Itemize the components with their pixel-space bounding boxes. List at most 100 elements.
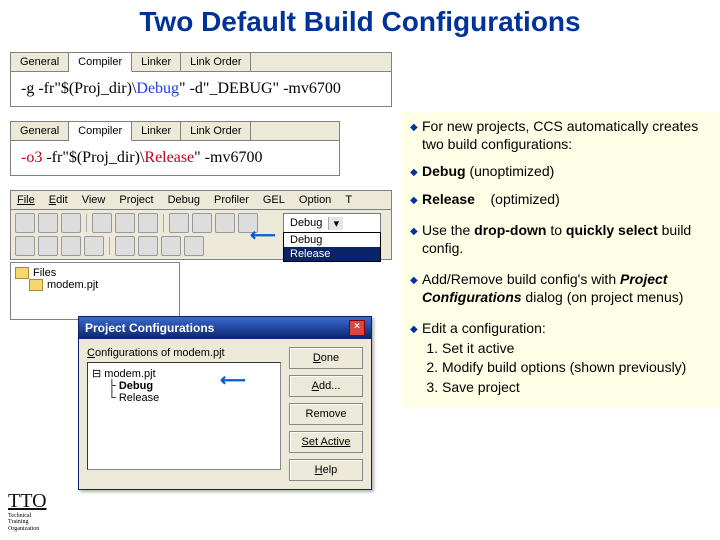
txt: -g -fr"$(Proj_dir)\: [21, 80, 136, 97]
label: Files: [33, 267, 56, 279]
list-item: Modify build options (shown previously): [442, 359, 716, 377]
txt: modem.pjt: [173, 347, 224, 359]
toolbar: Debug ▾ Debug Release: [10, 210, 392, 260]
done-button[interactable]: Done: [289, 347, 363, 369]
tree-root[interactable]: Files: [15, 267, 175, 279]
tb-btn[interactable]: [15, 213, 35, 233]
menu-profiler[interactable]: Profiler: [214, 194, 249, 206]
dropdown-option[interactable]: Debug: [284, 233, 380, 247]
project-configurations-dialog: Project Configurations × Configurations …: [78, 316, 372, 490]
tab-linker[interactable]: Linker: [132, 122, 181, 140]
remove-button[interactable]: Remove: [289, 403, 363, 425]
dropdown-value: Debug: [284, 217, 328, 229]
txt: (optimized): [475, 191, 560, 207]
numbered-list: Set it active Modify build options (show…: [442, 340, 716, 397]
dropdown-list: Debug Release: [283, 232, 381, 262]
tb-btn[interactable]: [15, 236, 35, 256]
tb-btn[interactable]: [38, 236, 58, 256]
txt: Add/Remove build config's with: [422, 271, 620, 287]
tab-compiler[interactable]: Compiler: [69, 53, 132, 72]
tb-btn[interactable]: [115, 236, 135, 256]
compiler-options-release: -o3 -fr"$(Proj_dir)\Release" -mv6700: [10, 140, 340, 176]
txt: (unoptimized): [466, 163, 555, 179]
bullet: ◆Release (optimized): [422, 191, 716, 209]
tab-compiler[interactable]: Compiler: [69, 122, 132, 141]
tab-general[interactable]: General: [11, 122, 69, 140]
menu-view[interactable]: View: [82, 194, 106, 206]
kw-release: Release: [144, 149, 194, 166]
tab-general[interactable]: General: [11, 53, 69, 71]
help-button[interactable]: Help: [289, 459, 363, 481]
tab-linkorder[interactable]: Link Order: [181, 53, 251, 71]
config-dropdown[interactable]: Debug ▾ Debug Release: [283, 213, 381, 233]
label: modem.pjt: [47, 279, 98, 291]
tb-btn[interactable]: [184, 236, 204, 256]
bullet: ◆Debug (unoptimized): [422, 163, 716, 181]
arrow-icon: ⟵: [250, 225, 276, 246]
tb-btn[interactable]: [92, 213, 112, 233]
tb-btn[interactable]: [115, 213, 135, 233]
txt: " -d"_DEBUG" -mv6700: [179, 80, 341, 97]
dropdown-option[interactable]: Release: [284, 247, 380, 261]
bullet: ◆Use the drop-down to quickly select bui…: [422, 222, 716, 257]
dialog-titlebar: Project Configurations ×: [79, 317, 371, 339]
bullet: ◆Add/Remove build config's with Project …: [422, 271, 716, 306]
footer-logo: TTO Technical Training Organization: [8, 490, 47, 532]
tb-btn[interactable]: [84, 236, 104, 256]
buildopts-release: General Compiler Linker Link Order -o3 -…: [10, 121, 340, 176]
tabs: General Compiler Linker Link Order: [10, 52, 392, 71]
menu-t[interactable]: T: [345, 194, 352, 206]
txt: Release: [422, 191, 475, 207]
menu-file[interactable]: File: [17, 194, 35, 206]
tree-root[interactable]: ⊟ modem.pjt: [92, 367, 276, 380]
folder-icon: [29, 279, 43, 291]
tb-btn[interactable]: [215, 213, 235, 233]
chevron-down-icon: ▾: [328, 217, 343, 230]
config-tree[interactable]: ⊟ modem.pjt ├ Debug └ Release: [87, 362, 281, 470]
buildopts-debug: General Compiler Linker Link Order -g -f…: [10, 52, 392, 107]
txt: -fr"$(Proj_dir)\: [42, 149, 144, 166]
tb-btn[interactable]: [138, 236, 158, 256]
menu-gel[interactable]: GEL: [263, 194, 285, 206]
tab-linker[interactable]: Linker: [132, 53, 181, 71]
menu-option[interactable]: Option: [299, 194, 331, 206]
tb-btn[interactable]: [169, 213, 189, 233]
tb-btn[interactable]: [61, 213, 81, 233]
setactive-button[interactable]: Set Active: [289, 431, 363, 453]
txt: File: [17, 194, 35, 206]
bullet: ◆For new projects, CCS automatically cre…: [422, 118, 716, 153]
separator: [86, 214, 87, 232]
folder-icon: [15, 267, 29, 279]
dialog-label: Configurations of modem.pjt: [87, 347, 281, 359]
bullet-icon: ◆: [410, 324, 418, 337]
tb-btn[interactable]: [61, 236, 81, 256]
tb-btn[interactable]: [38, 213, 58, 233]
tree-item[interactable]: └ Release: [108, 392, 276, 404]
separator: [109, 237, 110, 255]
tb-btn[interactable]: [138, 213, 158, 233]
add-button[interactable]: Add...: [289, 375, 363, 397]
bullet-icon: ◆: [410, 167, 418, 180]
close-icon[interactable]: ×: [349, 320, 365, 336]
menu-edit[interactable]: Edit: [49, 194, 68, 206]
menu-project[interactable]: Project: [119, 194, 153, 206]
bullet-icon: ◆: [410, 275, 418, 288]
menubar: File Edit View Project Debug Profiler GE…: [10, 190, 392, 210]
tab-linkorder[interactable]: Link Order: [181, 122, 251, 140]
kw-debug: Debug: [136, 80, 179, 97]
menu-debug[interactable]: Debug: [168, 194, 200, 206]
list-item: Set it active: [442, 340, 716, 358]
bullet-icon: ◆: [410, 195, 418, 208]
tree-item[interactable]: ├ Debug: [108, 380, 276, 392]
compiler-options-debug: -g -fr"$(Proj_dir)\Debug" -d"_DEBUG" -mv…: [10, 71, 392, 107]
tree-item[interactable]: modem.pjt: [29, 279, 175, 291]
arrow-icon: ⟵: [220, 370, 246, 391]
bullet-list: ◆For new projects, CCS automatically cre…: [402, 112, 720, 408]
tb-btn[interactable]: [192, 213, 212, 233]
separator: [163, 214, 164, 232]
logo-text: TTO: [8, 490, 47, 513]
project-tree: Files modem.pjt: [10, 262, 180, 320]
tb-btn[interactable]: [161, 236, 181, 256]
dialog-title: Project Configurations: [85, 321, 214, 335]
logo-sub: Organization: [8, 526, 47, 532]
